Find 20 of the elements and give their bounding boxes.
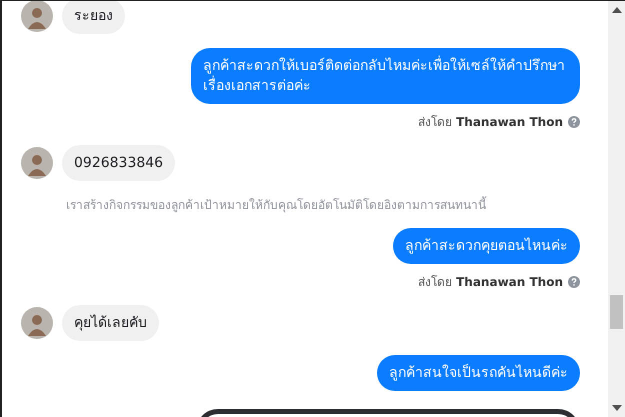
avatar-icon [21,147,53,179]
message-bubble: ลูกค้าสนใจเป็นรถคันไหนดีค่ะ [377,355,580,391]
scrollbar[interactable] [608,1,625,417]
message-bubble: 0926833846 [62,145,176,181]
scroll-down-icon[interactable] [612,405,622,411]
system-notice: เราสร้างกิจกรรมของลูกค้าเป้าหมายให้กับคุณโดยอัตโนมัติโดยอิงตามการสนทนานี้ [65,195,488,214]
message-bubble: ระยอง [62,1,125,34]
sender-name: Thanawan Thon [456,114,563,128]
scroll-up-icon[interactable] [612,7,622,13]
avatar-icon [21,307,53,339]
sender-name: Thanawan Thon [456,274,563,288]
help-icon[interactable] [568,276,580,288]
message-bubble: ลูกค้าสะดวกคุยตอนไหนค่ะ [393,228,580,264]
scroll-thumb[interactable] [610,295,623,330]
help-icon[interactable] [568,116,580,128]
avatar-icon [21,1,53,32]
sent-by-label: ส่งโดย [418,114,452,131]
message-bubble: ลูกค้าสะดวกให้เบอร์ติดต่อกลับไหมค่ะเพื่อให้เซล์ให้คำปรึกษาเรื่องเอกสารต่อค่ะ [191,48,580,104]
sent-by-label: ส่งโดย [418,274,452,291]
message-bubble: คุยได้เลยคับ [62,305,159,341]
